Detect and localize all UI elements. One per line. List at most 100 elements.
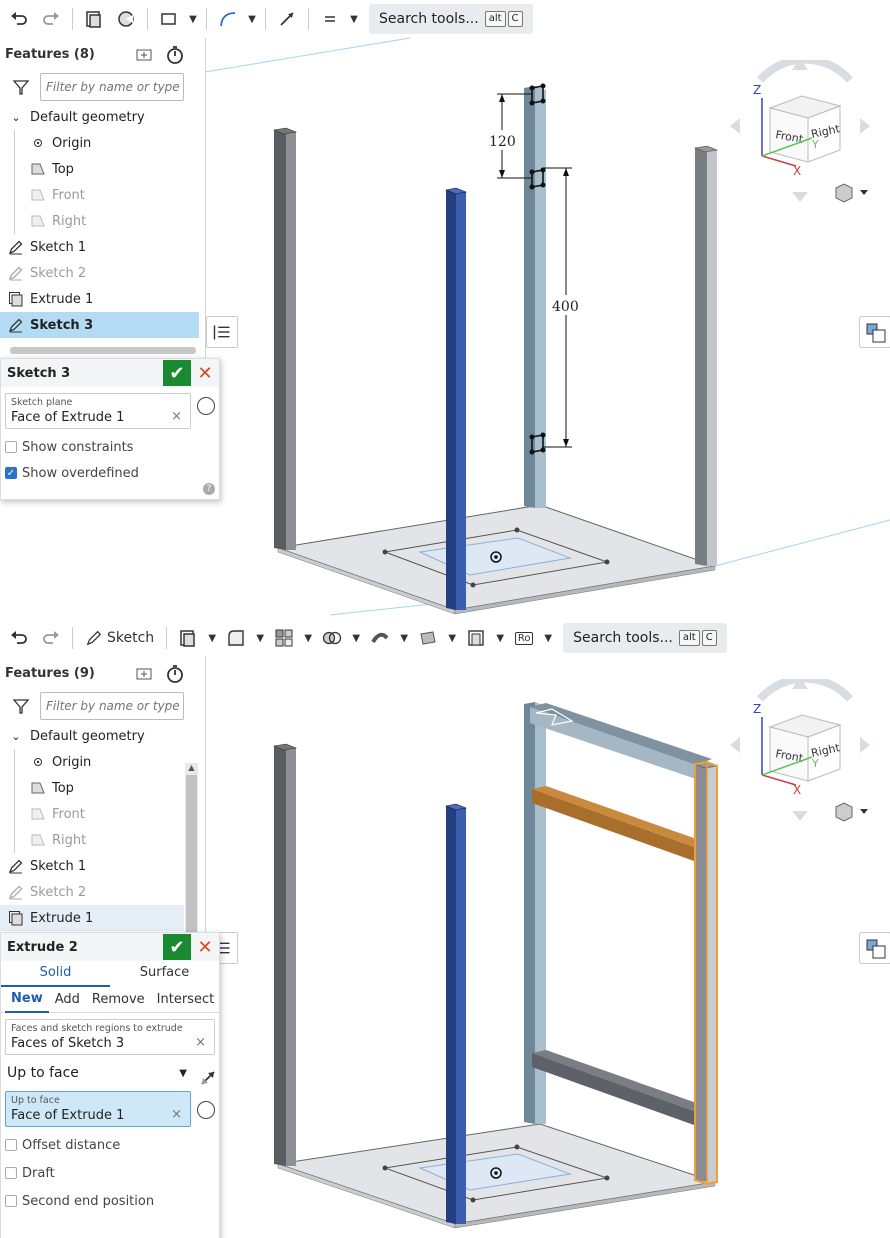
op-intersect[interactable]: Intersect <box>151 988 221 1012</box>
checkbox-box[interactable] <box>5 441 17 453</box>
feature-tree-item[interactable]: Sketch 2 <box>0 879 184 905</box>
redo-icon[interactable] <box>36 4 66 34</box>
chevron-down-icon[interactable]: ▼ <box>186 4 200 34</box>
faces-field[interactable]: Faces and sketch regions to extrude Face… <box>5 1019 215 1055</box>
filter-input[interactable] <box>40 73 184 101</box>
ro-icon[interactable]: Ro <box>509 623 539 653</box>
scrollbar-thumb[interactable] <box>186 775 197 955</box>
checkbox-checked[interactable]: ✓ <box>5 467 17 479</box>
chevron-down-icon[interactable]: ▼ <box>253 623 267 653</box>
second-end-checkbox[interactable]: Second end position <box>1 1187 219 1215</box>
chevron-down-icon[interactable]: ▼ <box>349 623 363 653</box>
arc-tool-icon[interactable] <box>213 4 243 34</box>
filter-icon[interactable] <box>12 697 30 715</box>
feature-tree-item[interactable]: Right <box>0 827 184 853</box>
feature-tree-item[interactable]: Front <box>0 182 205 208</box>
draft-checkbox[interactable]: Draft <box>1 1159 219 1187</box>
op-remove[interactable]: Remove <box>86 988 151 1012</box>
undo-icon[interactable] <box>4 4 34 34</box>
offset-distance-checkbox[interactable]: Offset distance <box>1 1131 219 1159</box>
scroll-up-icon[interactable]: ▲ <box>185 763 198 775</box>
filter-row <box>0 70 205 104</box>
checkbox-box[interactable] <box>5 1195 17 1207</box>
help-icon[interactable]: ? <box>203 483 215 495</box>
checkbox-box[interactable] <box>5 1167 17 1179</box>
history-clock-icon[interactable] <box>197 1101 215 1119</box>
chevron-down-icon[interactable]: ▼ <box>493 623 507 653</box>
sketch-button[interactable]: Sketch <box>79 623 160 653</box>
show-overdefined-checkbox[interactable]: ✓ Show overdefined <box>1 459 219 487</box>
search-tools[interactable]: Search tools... alt C <box>369 4 533 34</box>
search-tools[interactable]: Search tools... alt C <box>563 623 727 653</box>
chevron-down-icon[interactable]: ▼ <box>397 623 411 653</box>
feature-tree-item[interactable]: Extrude 1 <box>0 286 205 312</box>
panel-scroll-bar[interactable] <box>10 347 196 354</box>
shell-icon[interactable] <box>461 623 491 653</box>
clear-x-icon[interactable]: × <box>195 1035 206 1050</box>
feature-tree-item[interactable]: Top <box>0 775 184 801</box>
end-type-select[interactable]: Up to face ▼ <box>1 1059 191 1087</box>
clear-x-icon[interactable]: × <box>171 409 182 424</box>
feature-tree-item[interactable]: Top <box>0 156 205 182</box>
feature-tree-item[interactable]: Origin <box>0 130 205 156</box>
plane-icon[interactable] <box>413 623 443 653</box>
dimension-tool-icon[interactable] <box>272 4 302 34</box>
chevron-down-icon[interactable]: ▼ <box>301 623 315 653</box>
chevron-down-icon[interactable]: ▼ <box>245 4 259 34</box>
op-add[interactable]: Add <box>49 988 86 1012</box>
history-clock-icon[interactable] <box>197 397 215 415</box>
feature-tree-item[interactable]: Sketch 3 <box>0 312 199 338</box>
feature-tree-item[interactable]: Sketch 2 <box>0 260 205 286</box>
flip-direction-icon[interactable] <box>199 1069 217 1087</box>
add-folder-icon[interactable] <box>136 46 154 64</box>
show-constraints-checkbox[interactable]: Show constraints <box>1 433 219 461</box>
extrude-icon[interactable] <box>173 623 203 653</box>
accept-check-icon[interactable]: ✔ <box>163 360 191 386</box>
feature-tree-item[interactable]: Right <box>0 208 205 234</box>
view-cube[interactable]: Front Right Z X Y <box>720 60 890 210</box>
appearance-panel-icon[interactable] <box>859 932 890 964</box>
feature-tree-item[interactable]: Sketch 1 <box>0 853 184 879</box>
revolve-icon[interactable] <box>111 4 141 34</box>
feature-tree-item[interactable]: ⌄ Default geometry <box>0 104 205 130</box>
rollback-timer-icon[interactable] <box>166 665 184 683</box>
list-toggle-icon[interactable] <box>206 316 238 348</box>
feature-tree-item[interactable]: Sketch 1 <box>0 234 205 260</box>
clear-x-icon[interactable]: × <box>171 1107 182 1122</box>
equal-constraint-icon[interactable] <box>315 4 345 34</box>
undo-icon[interactable] <box>4 623 34 653</box>
feature-tree-item[interactable]: Origin <box>0 749 184 775</box>
op-new[interactable]: New <box>5 987 49 1013</box>
chevron-down-icon[interactable]: ▼ <box>347 4 361 34</box>
up-to-face-field[interactable]: Up to face Face of Extrude 1 × <box>5 1091 191 1127</box>
dialog-title: Extrude 2 <box>7 939 78 955</box>
extrude-icon[interactable] <box>79 4 109 34</box>
tab-solid[interactable]: Solid <box>1 961 110 987</box>
add-folder-icon[interactable] <box>136 665 154 683</box>
chevron-down-icon[interactable]: ▼ <box>445 623 459 653</box>
rectangle-tool-icon[interactable] <box>154 4 184 34</box>
feature-tree-item[interactable]: ⌄ Default geometry <box>0 723 184 749</box>
feature-tree-item[interactable]: Extrude 1 <box>0 905 184 931</box>
sweep-icon[interactable] <box>365 623 395 653</box>
feature-tree-item[interactable]: Front <box>0 801 184 827</box>
fillet-icon[interactable] <box>221 623 251 653</box>
rollback-timer-icon[interactable] <box>166 46 184 64</box>
cancel-x-icon[interactable]: ✕ <box>197 361 213 385</box>
filter-icon[interactable] <box>12 78 30 96</box>
appearance-panel-icon[interactable] <box>859 316 890 348</box>
tab-surface[interactable]: Surface <box>110 961 219 987</box>
pattern-icon[interactable] <box>269 623 299 653</box>
chevron-down-icon[interactable]: ▼ <box>205 623 219 653</box>
chevron-down-icon[interactable]: ▼ <box>541 623 555 653</box>
accept-check-icon[interactable]: ✔ <box>163 934 191 960</box>
chevron-down-icon[interactable]: ⌄ <box>8 111 24 124</box>
view-cube[interactable]: Front Right Z X Y <box>720 679 890 829</box>
redo-icon[interactable] <box>36 623 66 653</box>
cancel-x-icon[interactable]: ✕ <box>197 935 213 959</box>
boolean-icon[interactable] <box>317 623 347 653</box>
chevron-down-icon[interactable]: ⌄ <box>8 730 24 743</box>
sketch-plane-field[interactable]: Sketch plane Face of Extrude 1 × <box>5 393 191 429</box>
checkbox-box[interactable] <box>5 1139 17 1151</box>
filter-input[interactable] <box>40 692 184 720</box>
